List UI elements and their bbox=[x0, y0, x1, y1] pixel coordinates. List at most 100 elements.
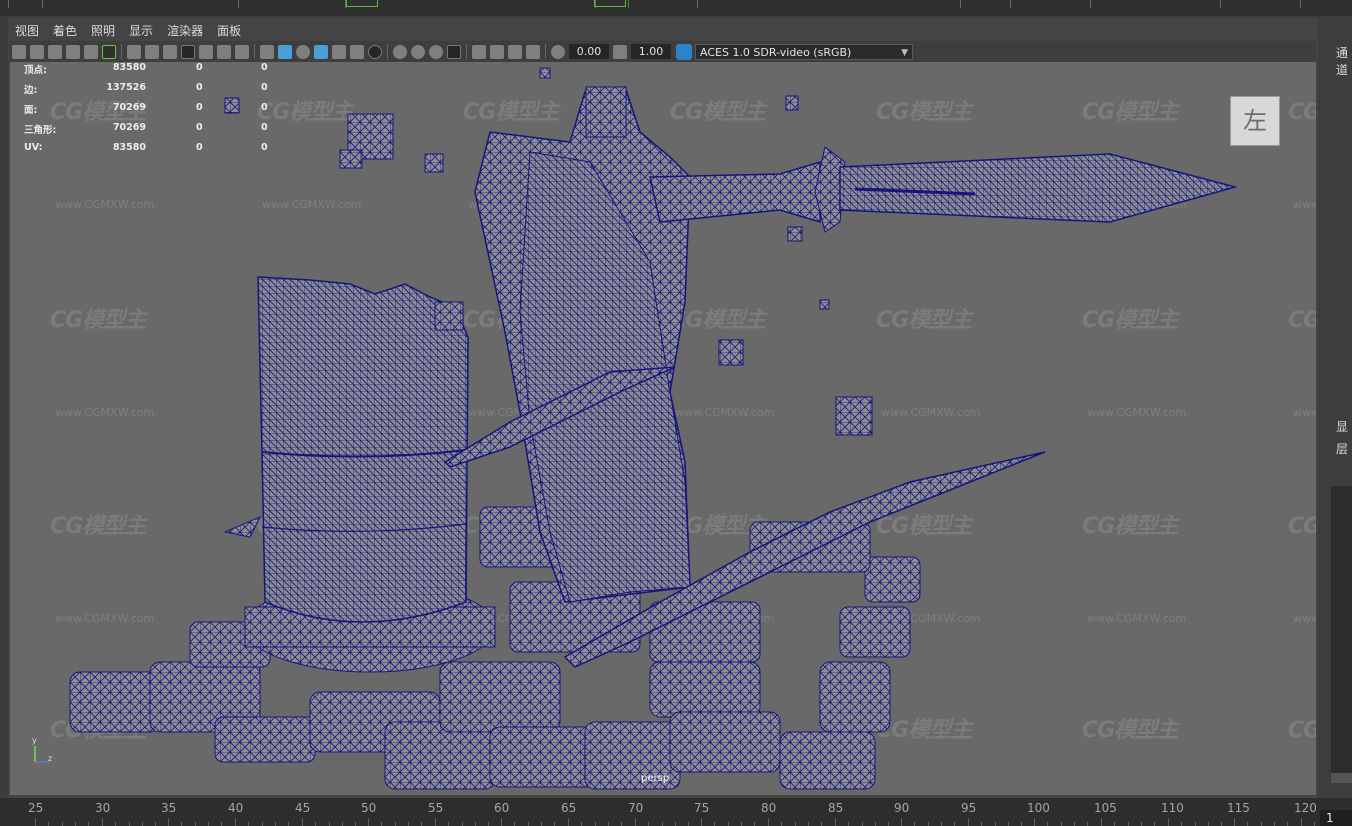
frame-tick bbox=[1141, 822, 1142, 826]
film-gate-icon[interactable] bbox=[145, 44, 159, 59]
color-management-icon[interactable] bbox=[676, 43, 692, 60]
frame-tick bbox=[568, 818, 569, 826]
isolate-select-icon[interactable] bbox=[472, 44, 486, 59]
xray-joints-icon[interactable] bbox=[508, 44, 522, 59]
frame-tick-label: 40 bbox=[228, 801, 244, 815]
safe-title-icon[interactable] bbox=[235, 44, 249, 59]
menu-renderer[interactable]: 渲染器 bbox=[160, 20, 210, 40]
frame-tick bbox=[714, 822, 715, 826]
frame-tick bbox=[501, 818, 502, 826]
frame-tick bbox=[675, 822, 676, 826]
channel-box-tab[interactable]: 通道 bbox=[1336, 44, 1352, 78]
time-slider[interactable]: 25 30 35 40 45 50 55 60 65 70 75 80 85 90 95 100 105 110 1… bbox=[0, 798, 1352, 826]
frame-tick bbox=[875, 822, 876, 826]
frame-tick bbox=[1208, 822, 1209, 826]
2d-pan-zoom-icon[interactable] bbox=[84, 44, 98, 59]
display-tab[interactable]: 显 bbox=[1336, 418, 1348, 435]
frame-tick bbox=[968, 818, 969, 826]
layer-scrollbar[interactable] bbox=[1331, 486, 1352, 781]
frame-tick bbox=[1274, 822, 1275, 826]
frame-tick bbox=[1074, 822, 1075, 826]
top-time-strip bbox=[0, 0, 1352, 16]
menu-panels[interactable]: 面板 bbox=[210, 20, 248, 40]
gamma-field[interactable]: 1.00 bbox=[631, 44, 671, 59]
frame-tick-label: 70 bbox=[628, 801, 644, 815]
frame-tick bbox=[1114, 822, 1115, 826]
frame-tick bbox=[1061, 822, 1062, 826]
menu-show[interactable]: 显示 bbox=[122, 20, 160, 40]
scroll-thumb[interactable] bbox=[1331, 773, 1352, 783]
xray-components-icon[interactable] bbox=[526, 44, 540, 59]
grid-icon[interactable] bbox=[127, 44, 141, 59]
resolution-gate-icon[interactable] bbox=[163, 44, 177, 59]
current-frame-field[interactable]: 1 bbox=[1320, 810, 1352, 826]
motion-blur-icon[interactable] bbox=[411, 44, 425, 59]
frame-tick-label: 105 bbox=[1094, 801, 1117, 815]
smooth-shade-icon[interactable] bbox=[278, 44, 292, 59]
frame-tick-label: 110 bbox=[1161, 801, 1184, 815]
bookmark-icon[interactable] bbox=[48, 44, 62, 59]
frame-tick-label: 35 bbox=[161, 801, 177, 815]
textured-icon[interactable] bbox=[332, 44, 346, 59]
use-all-lights-icon[interactable] bbox=[350, 44, 364, 59]
xray-icon[interactable] bbox=[490, 44, 504, 59]
view-cube[interactable]: 左 bbox=[1230, 96, 1280, 146]
image-plane-icon[interactable] bbox=[66, 44, 80, 59]
gate-mask-icon[interactable] bbox=[181, 44, 195, 59]
frame-tick-label: 120 bbox=[1294, 801, 1317, 815]
wireframe-icon[interactable] bbox=[260, 44, 274, 59]
frame-tick-label: 95 bbox=[961, 801, 977, 815]
frame-tick bbox=[1168, 818, 1169, 826]
axis-y-label: y bbox=[32, 736, 37, 745]
camera-attributes-icon[interactable] bbox=[30, 44, 44, 59]
frame-tick bbox=[115, 822, 116, 826]
3d-viewport[interactable]: CG模型主 www.CGMXW.com CG模型主 www.CGMXW.com CG模型… bbox=[10, 62, 1316, 795]
view-transform-select[interactable]: ACES 1.0 SDR-video (sRGB) ▼ bbox=[695, 43, 913, 60]
frame-tick-label: 100 bbox=[1027, 801, 1050, 815]
frame-tick bbox=[1154, 822, 1155, 826]
frame-tick bbox=[648, 822, 649, 826]
frame-tick bbox=[235, 818, 236, 826]
frame-tick bbox=[102, 818, 103, 826]
exposure-field[interactable]: 0.00 bbox=[569, 44, 609, 59]
frame-tick bbox=[181, 822, 182, 826]
frame-tick bbox=[821, 822, 822, 826]
frame-tick bbox=[1314, 822, 1315, 826]
gamma-icon[interactable] bbox=[613, 44, 627, 59]
frame-tick bbox=[1287, 822, 1288, 826]
menu-lighting[interactable]: 照明 bbox=[84, 20, 122, 40]
frame-tick bbox=[995, 822, 996, 826]
frame-tick bbox=[621, 822, 622, 826]
frame-tick bbox=[608, 822, 609, 826]
menu-shading[interactable]: 着色 bbox=[46, 20, 84, 40]
field-chart-icon[interactable] bbox=[199, 44, 213, 59]
menu-view[interactable]: 视图 bbox=[8, 20, 46, 40]
hud-row-edges: 边: 137526 0 0 bbox=[24, 82, 268, 96]
frame-tick bbox=[48, 822, 49, 826]
frame-tick bbox=[848, 822, 849, 826]
grease-pencil-icon[interactable] bbox=[102, 44, 116, 59]
frame-tick bbox=[462, 822, 463, 826]
depth-of-field-icon[interactable] bbox=[447, 44, 461, 59]
frame-tick bbox=[981, 822, 982, 826]
time-strip-tick bbox=[1090, 0, 1091, 8]
frame-tick bbox=[155, 822, 156, 826]
anti-aliasing-icon[interactable] bbox=[429, 44, 443, 59]
frame-tick bbox=[741, 822, 742, 826]
time-strip-tick bbox=[1220, 0, 1221, 8]
wireframe-scene bbox=[69, 67, 1238, 790]
axis-gizmo: y z bbox=[32, 736, 62, 776]
screen-space-ao-icon[interactable] bbox=[393, 44, 407, 59]
frame-tick bbox=[368, 818, 369, 826]
exposure-icon[interactable] bbox=[551, 44, 565, 59]
default-material-icon[interactable] bbox=[296, 44, 310, 59]
select-camera-icon[interactable] bbox=[12, 44, 26, 59]
frame-tick-label: 85 bbox=[828, 801, 844, 815]
frame-tick bbox=[754, 822, 755, 826]
wireframe-on-shaded-icon[interactable] bbox=[314, 44, 328, 59]
frame-tick bbox=[129, 822, 130, 826]
safe-action-icon[interactable] bbox=[217, 44, 231, 59]
layer-tab[interactable]: 层 bbox=[1336, 440, 1348, 457]
shadows-icon[interactable] bbox=[368, 44, 382, 59]
frame-tick bbox=[381, 822, 382, 826]
